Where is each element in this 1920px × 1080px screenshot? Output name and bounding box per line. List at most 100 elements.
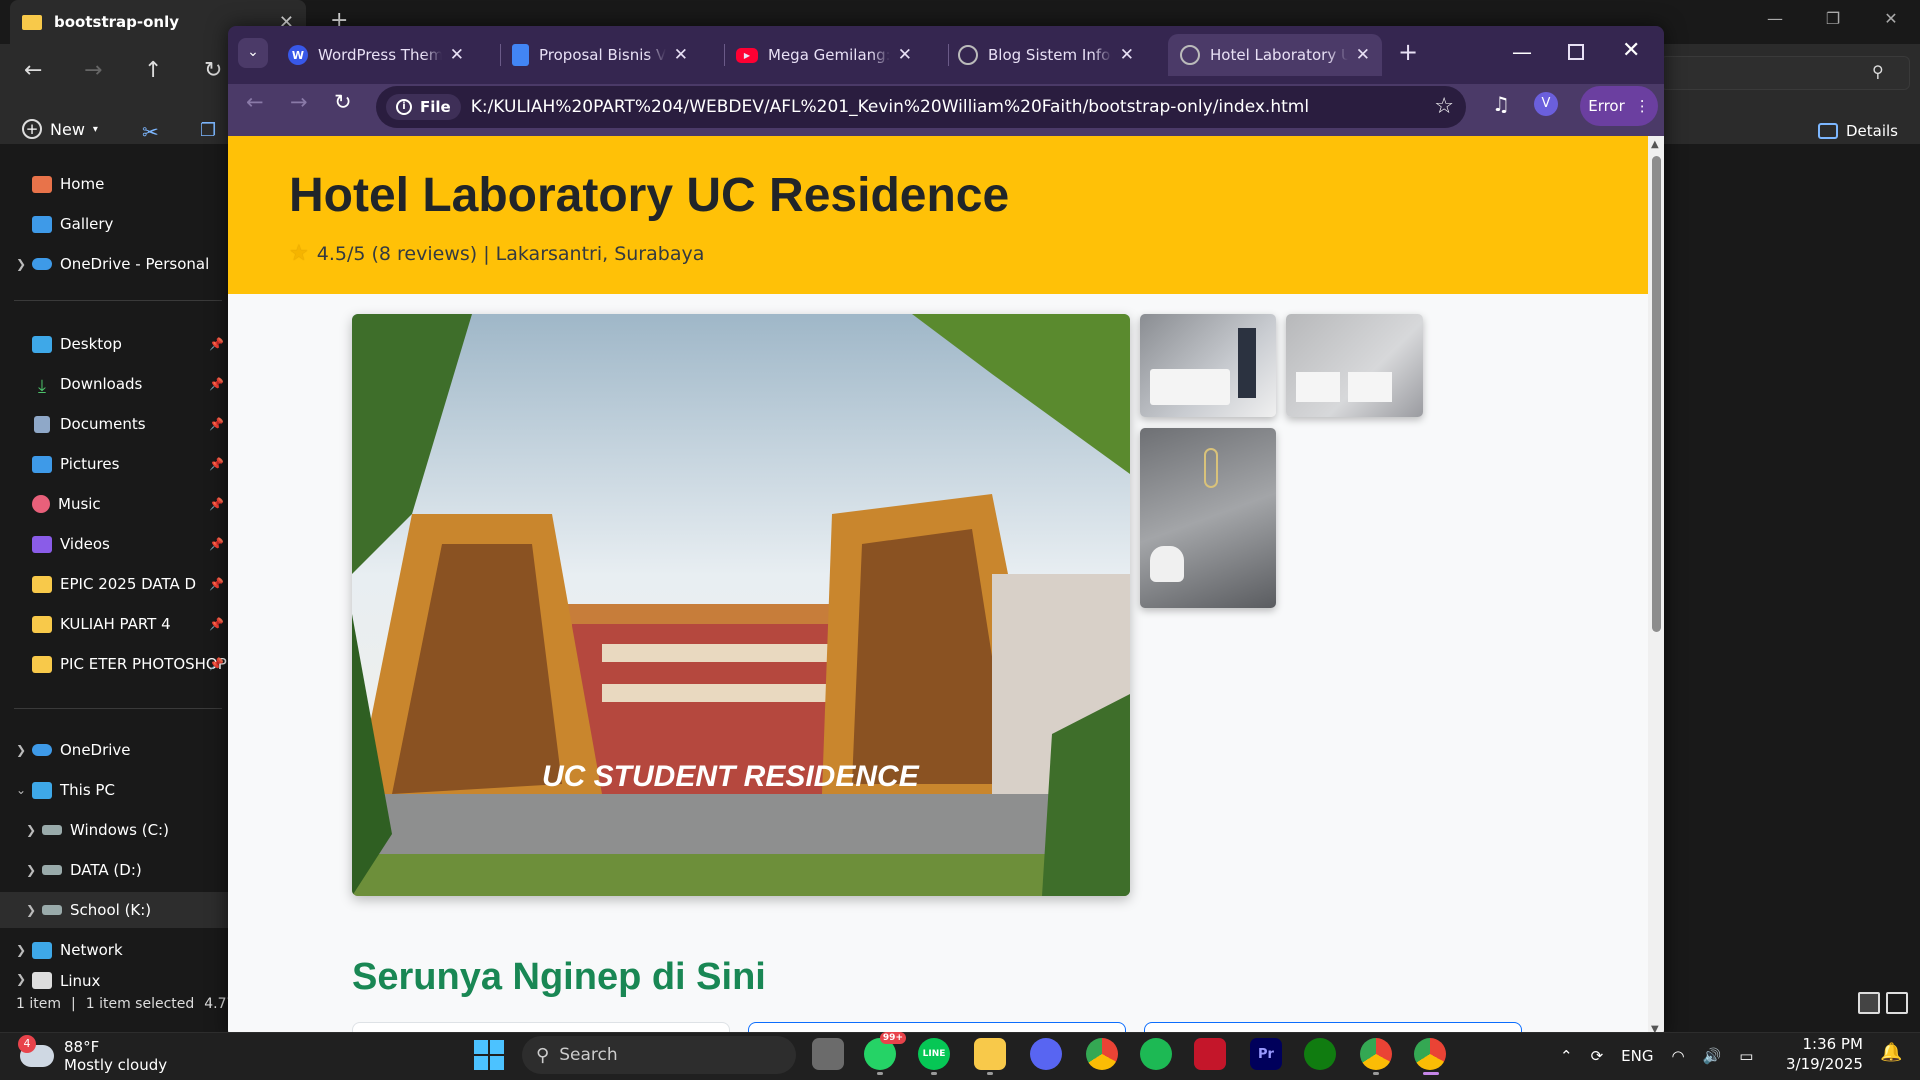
details-button[interactable]: Details <box>1818 122 1898 140</box>
line-icon[interactable]: LINE <box>918 1038 950 1070</box>
xbox-icon[interactable] <box>1304 1038 1336 1070</box>
sidebar-item-pictures[interactable]: Pictures 📌 <box>0 446 228 482</box>
copy-icon[interactable]: ❐ <box>200 120 216 141</box>
chevron-right-icon[interactable]: ❯ <box>10 257 32 271</box>
chevron-right-icon[interactable]: ❯ <box>10 972 32 986</box>
reload-icon[interactable]: ↻ <box>334 90 352 114</box>
scroll-up-icon[interactable]: ▲ <box>1651 139 1659 150</box>
new-tab-icon[interactable]: + <box>1398 38 1418 66</box>
clock-date: 3/19/2025 <box>1786 1055 1863 1073</box>
chrome-profile-icon[interactable] <box>1360 1038 1392 1070</box>
search-icon[interactable]: ⚲ <box>1872 62 1884 81</box>
forward-icon[interactable]: → <box>290 90 308 114</box>
wifi-icon[interactable]: ◠ <box>1671 1047 1684 1065</box>
tab-wordpress[interactable]: W WordPress Themes - ... ✕ <box>276 34 476 76</box>
close-tab-icon[interactable]: ✕ <box>442 45 464 65</box>
start-button[interactable] <box>474 1040 504 1070</box>
taskbar-search[interactable]: ⚲ Search <box>522 1036 796 1074</box>
clock[interactable]: 1:36 PM 3/19/2025 <box>1786 1030 1863 1074</box>
sidebar-item-kuliah[interactable]: KULIAH PART 4 📌 <box>0 606 228 642</box>
close-tab-icon[interactable]: ✕ <box>1112 45 1134 65</box>
chevron-down-icon[interactable]: ⌄ <box>10 783 32 797</box>
tiles-view-icon[interactable] <box>1886 992 1908 1014</box>
bathroom-photo-thumbnail[interactable] <box>1140 428 1276 608</box>
error-button[interactable]: Error ⋮ <box>1580 86 1658 126</box>
chevron-up-icon[interactable]: ⌃ <box>1560 1047 1573 1065</box>
search-icon: ⚲ <box>536 1044 550 1066</box>
sidebar-item-school-k[interactable]: ❯ School (K:) <box>0 892 228 928</box>
sidebar-item-downloads[interactable]: ⤓ Downloads 📌 <box>0 366 228 402</box>
whatsapp-icon[interactable]: 99+ <box>864 1032 906 1070</box>
sidebar-item-onedrive-personal[interactable]: ❯ OneDrive - Personal <box>0 246 228 282</box>
close-tab-icon[interactable]: ✕ <box>1348 45 1370 65</box>
battery-icon[interactable]: ▭ <box>1739 1047 1753 1065</box>
sidebar-item-windows-c[interactable]: ❯ Windows (C:) <box>0 812 228 848</box>
volume-icon[interactable]: 🔊 <box>1703 1047 1722 1065</box>
sidebar-item-linux[interactable]: ❯ Linux <box>0 972 228 990</box>
profile-avatar[interactable]: V <box>1534 92 1558 116</box>
chevron-right-icon[interactable]: ❯ <box>20 823 42 837</box>
refresh-icon[interactable]: ↻ <box>204 58 222 83</box>
twin-room-photo-thumbnail[interactable] <box>1286 314 1423 417</box>
language-indicator[interactable]: ENG <box>1621 1047 1653 1065</box>
premiere-pro-icon[interactable]: Pr <box>1250 1038 1282 1070</box>
chrome-active-icon[interactable] <box>1414 1038 1446 1070</box>
sync-icon[interactable]: ⟳ <box>1591 1047 1604 1065</box>
sidebar-item-documents[interactable]: Documents 📌 <box>0 406 228 442</box>
main-hotel-photo[interactable]: UC STUDENT RESIDENCE <box>352 314 1130 896</box>
close-tab-icon[interactable]: ✕ <box>666 45 688 65</box>
page-scrollbar[interactable]: ▲ ▼ <box>1648 136 1664 1038</box>
details-view-icon[interactable] <box>1858 992 1880 1014</box>
forward-icon[interactable]: → <box>84 58 102 83</box>
minimize-icon[interactable]: — <box>1746 0 1804 40</box>
chrome-icon[interactable] <box>1086 1038 1118 1070</box>
scrollbar-thumb[interactable] <box>1652 156 1661 632</box>
restore-icon[interactable]: ❐ <box>1804 0 1862 40</box>
address-bar[interactable]: i File K:/KULIAH%20PART%204/WEBDEV/AFL%2… <box>376 86 1466 128</box>
task-view-icon[interactable] <box>812 1038 844 1070</box>
tab-youtube[interactable]: ▶ Mega Gemilang: His... ✕ <box>724 34 924 76</box>
back-icon[interactable]: ← <box>246 90 264 114</box>
minimize-icon[interactable]: — <box>1512 40 1532 64</box>
tab-proposal[interactable]: Proposal Bisnis Vera... ✕ <box>500 34 700 76</box>
sidebar-item-videos[interactable]: Videos 📌 <box>0 526 228 562</box>
chevron-right-icon[interactable]: ❯ <box>10 743 32 757</box>
sidebar-item-epic[interactable]: EPIC 2025 DATA D 📌 <box>0 566 228 602</box>
close-tab-icon[interactable]: ✕ <box>890 45 912 65</box>
sidebar-item-data-d[interactable]: ❯ DATA (D:) <box>0 852 228 888</box>
chevron-right-icon[interactable]: ❯ <box>20 863 42 877</box>
room-photo-thumbnail[interactable] <box>1140 314 1276 417</box>
game-app-icon[interactable] <box>1194 1038 1226 1070</box>
tab-blog[interactable]: Blog Sistem Informa... ✕ <box>946 34 1146 76</box>
discord-icon[interactable] <box>1030 1038 1062 1070</box>
file-explorer-icon[interactable] <box>974 1038 1006 1070</box>
sidebar-item-pic-eter[interactable]: PIC ETER PHOTOSHOP 📌 <box>0 646 228 682</box>
close-icon[interactable]: ✕ <box>1862 0 1920 40</box>
chevron-right-icon[interactable]: ❯ <box>20 903 42 917</box>
bookmark-star-icon[interactable]: ☆ <box>1434 94 1454 119</box>
maximize-icon[interactable] <box>1568 44 1584 60</box>
tab-search-icon[interactable]: ⌄ <box>238 38 268 68</box>
tab-label: Proposal Bisnis Vera... <box>539 46 666 64</box>
sidebar-item-desktop[interactable]: Desktop 📌 <box>0 326 228 362</box>
sidebar-item-onedrive[interactable]: ❯ OneDrive <box>0 732 228 768</box>
up-icon[interactable]: ↑ <box>144 58 162 83</box>
media-controls-icon[interactable]: ♫ <box>1492 92 1510 116</box>
new-button[interactable]: + New ▾ <box>22 119 98 139</box>
sidebar-item-home[interactable]: Home <box>0 166 228 202</box>
back-icon[interactable]: ← <box>24 58 42 83</box>
weather-widget[interactable]: 4 88°F Mostly cloudy <box>18 1032 167 1080</box>
sidebar-item-music[interactable]: Music 📌 <box>0 486 228 522</box>
desktop-icon <box>32 335 52 353</box>
site-info-chip[interactable]: i File <box>386 94 461 120</box>
url-text[interactable]: K:/KULIAH%20PART%204/WEBDEV/AFL%201_Kevi… <box>471 97 1309 117</box>
notification-icon[interactable]: 🔔 <box>1880 1042 1902 1063</box>
close-window-icon[interactable]: ✕ <box>1622 38 1640 63</box>
cut-icon[interactable]: ✂ <box>142 120 159 144</box>
sidebar-item-gallery[interactable]: Gallery <box>0 206 228 242</box>
sidebar-item-network[interactable]: ❯ Network <box>0 932 228 968</box>
chevron-right-icon[interactable]: ❯ <box>10 943 32 957</box>
tab-hotel-active[interactable]: Hotel Laboratory UC... ✕ <box>1168 34 1382 76</box>
sidebar-item-this-pc[interactable]: ⌄ This PC <box>0 772 228 808</box>
spotify-icon[interactable] <box>1140 1038 1172 1070</box>
